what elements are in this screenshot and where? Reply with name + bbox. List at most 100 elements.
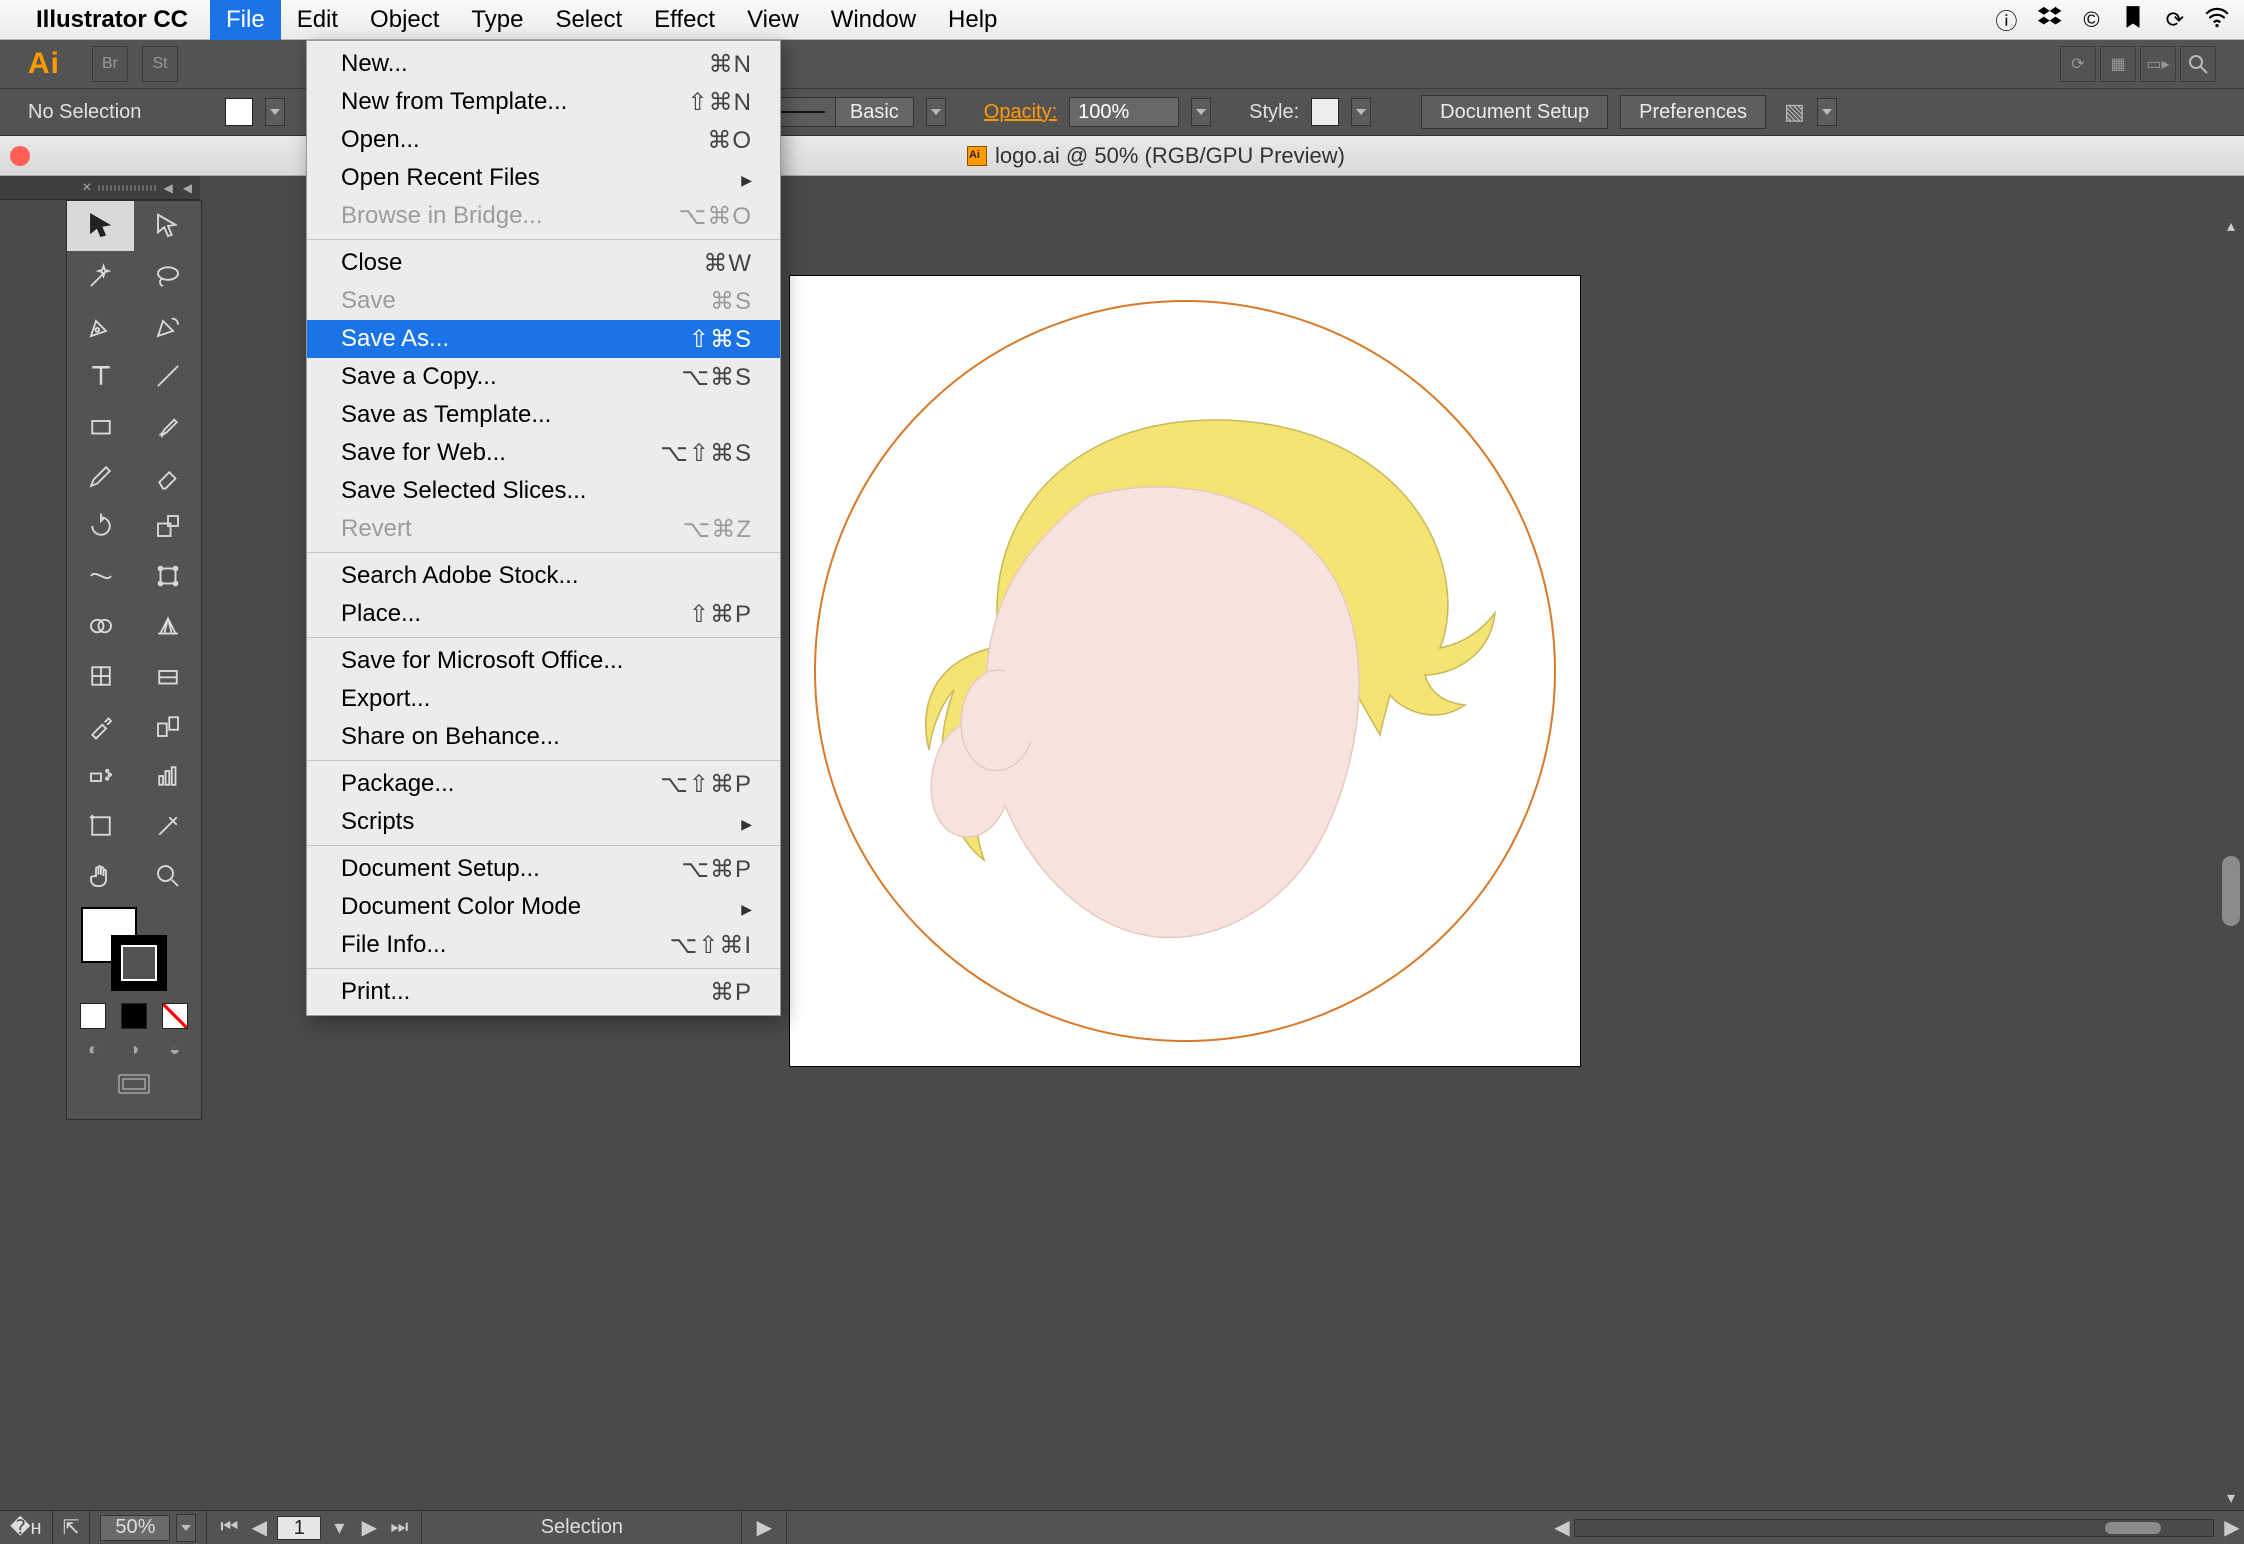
dropbox-icon[interactable]: [2037, 4, 2063, 36]
scale-tool[interactable]: [134, 501, 201, 551]
graph-tool[interactable]: [134, 751, 201, 801]
file-menu-save-as[interactable]: Save As...⇧⌘S: [307, 320, 780, 358]
menu-effect[interactable]: Effect: [638, 0, 731, 40]
hscroll-right-icon[interactable]: ▶: [2220, 1515, 2244, 1540]
window-close-dot[interactable]: [10, 146, 30, 166]
hand-tool[interactable]: [67, 851, 134, 901]
tools-collapse-left-icon[interactable]: ◀: [164, 181, 173, 195]
cc-icon[interactable]: ©: [2083, 7, 2099, 33]
file-menu-share-on-behance[interactable]: Share on Behance...: [307, 718, 780, 756]
gradient-tool[interactable]: [134, 651, 201, 701]
screen-mode-icon[interactable]: [117, 1072, 151, 1101]
curvature-tool[interactable]: [134, 301, 201, 351]
file-menu-new-from-template[interactable]: New from Template...⇧⌘N: [307, 83, 780, 121]
zoom-dropdown[interactable]: [176, 1514, 196, 1542]
draw-normal-icon[interactable]: ◐: [88, 1039, 99, 1060]
menu-help[interactable]: Help: [932, 0, 1013, 40]
paintbrush-tool[interactable]: [134, 401, 201, 451]
info-icon[interactable]: ⓘ: [1995, 4, 2017, 36]
file-menu-save-as-template[interactable]: Save as Template...: [307, 396, 780, 434]
free-transform-tool[interactable]: [134, 551, 201, 601]
selection-tool[interactable]: [67, 201, 134, 251]
menu-file[interactable]: File: [210, 0, 281, 40]
document-setup-button[interactable]: Document Setup: [1421, 95, 1608, 129]
bridge-button[interactable]: Br: [92, 46, 128, 82]
zoom-tool[interactable]: [134, 851, 201, 901]
magic-wand-tool[interactable]: [67, 251, 134, 301]
hscroll-thumb[interactable]: [2105, 1522, 2161, 1534]
first-artboard-icon[interactable]: ⏮: [217, 1516, 241, 1540]
type-tool[interactable]: [67, 351, 134, 401]
workspace-switcher[interactable]: ▭▸: [2140, 46, 2176, 82]
file-menu-place[interactable]: Place...⇧⌘P: [307, 595, 780, 633]
preferences-button[interactable]: Preferences: [1620, 95, 1766, 129]
rectangle-tool[interactable]: [67, 401, 134, 451]
gpu-icon[interactable]: �н: [10, 1515, 42, 1540]
wifi-icon[interactable]: [2204, 4, 2230, 36]
file-menu-new[interactable]: New...⌘N: [307, 45, 780, 83]
opacity-label[interactable]: Opacity:: [984, 101, 1057, 124]
align-pixel-icon[interactable]: ▧: [1784, 99, 1805, 125]
menu-edit[interactable]: Edit: [281, 0, 354, 40]
scroll-up-icon[interactable]: ▴: [2218, 216, 2244, 238]
file-menu-document-setup[interactable]: Document Setup...⌥⌘P: [307, 850, 780, 888]
export-icon[interactable]: ⇱: [63, 1515, 80, 1540]
stock-button[interactable]: St: [142, 46, 178, 82]
horizontal-scrollbar[interactable]: [1574, 1519, 2214, 1537]
sync-icon[interactable]: ⟳: [2166, 7, 2184, 33]
file-menu-package[interactable]: Package...⌥⇧⌘P: [307, 765, 780, 803]
color-mode-gradient[interactable]: [121, 1003, 147, 1029]
file-menu-export[interactable]: Export...: [307, 680, 780, 718]
file-menu-save-for-microsoft-office[interactable]: Save for Microsoft Office...: [307, 642, 780, 680]
file-menu-close[interactable]: Close⌘W: [307, 244, 780, 282]
line-tool[interactable]: [134, 351, 201, 401]
menu-select[interactable]: Select: [539, 0, 638, 40]
file-menu-search-adobe-stock[interactable]: Search Adobe Stock...: [307, 557, 780, 595]
style-dropdown[interactable]: [1351, 98, 1371, 126]
tools-collapse-right-icon[interactable]: ◀: [183, 181, 192, 195]
tools-grip-icon[interactable]: [98, 185, 158, 191]
fill-dropdown[interactable]: [265, 98, 285, 126]
eraser-tool[interactable]: [134, 451, 201, 501]
sync-status-icon[interactable]: ⟳: [2060, 46, 2096, 82]
width-tool[interactable]: [67, 551, 134, 601]
menu-object[interactable]: Object: [354, 0, 455, 40]
menu-type[interactable]: Type: [455, 0, 539, 40]
stroke-dropdown[interactable]: [926, 98, 946, 126]
pen-tool[interactable]: [67, 301, 134, 351]
stroke-box[interactable]: [111, 935, 167, 991]
arrange-docs-icon[interactable]: ▦: [2100, 46, 2136, 82]
zoom-level[interactable]: 50%: [100, 1515, 170, 1541]
shape-builder-tool[interactable]: [67, 601, 134, 651]
bookmark-icon[interactable]: [2120, 4, 2146, 36]
tools-tabstrip[interactable]: × ◀ ◀: [0, 176, 200, 200]
file-menu-save-selected-slices[interactable]: Save Selected Slices...: [307, 472, 780, 510]
status-menu-icon[interactable]: ▶: [752, 1516, 776, 1540]
fill-stroke-indicator[interactable]: [67, 901, 201, 997]
rotate-tool[interactable]: [67, 501, 134, 551]
artboard[interactable]: [790, 276, 1580, 1066]
tools-close-icon[interactable]: ×: [82, 179, 91, 197]
artboard-dropdown[interactable]: ▾: [327, 1516, 351, 1540]
extra-dropdown[interactable]: [1817, 98, 1837, 126]
symbol-sprayer-tool[interactable]: [67, 751, 134, 801]
pencil-tool[interactable]: [67, 451, 134, 501]
opacity-input[interactable]: [1069, 97, 1179, 127]
file-menu-file-info[interactable]: File Info...⌥⇧⌘I: [307, 926, 780, 964]
menu-view[interactable]: View: [731, 0, 815, 40]
style-swatch[interactable]: [1311, 98, 1339, 126]
file-menu-scripts[interactable]: Scripts: [307, 803, 780, 841]
scroll-thumb[interactable]: [2222, 856, 2240, 926]
color-mode-solid[interactable]: [80, 1003, 106, 1029]
scroll-down-icon[interactable]: ▾: [2218, 1488, 2244, 1510]
fill-swatch[interactable]: [225, 98, 253, 126]
search-icon[interactable]: [2180, 46, 2216, 82]
opacity-dropdown[interactable]: [1191, 98, 1211, 126]
perspective-grid-tool[interactable]: [134, 601, 201, 651]
slice-tool[interactable]: [134, 801, 201, 851]
menu-window[interactable]: Window: [815, 0, 932, 40]
lasso-tool[interactable]: [134, 251, 201, 301]
file-menu-open-recent-files[interactable]: Open Recent Files: [307, 159, 780, 197]
draw-inside-icon[interactable]: ◒: [169, 1039, 180, 1060]
artboard-number[interactable]: 1: [277, 1516, 321, 1540]
